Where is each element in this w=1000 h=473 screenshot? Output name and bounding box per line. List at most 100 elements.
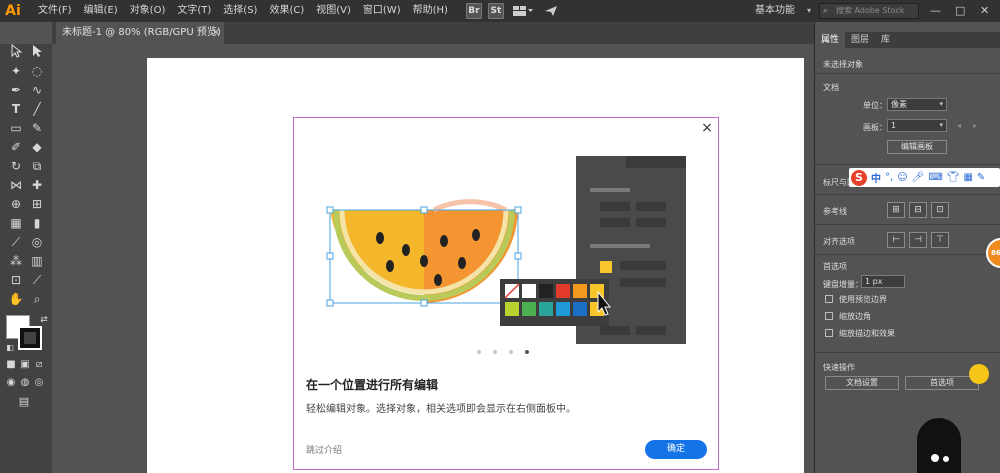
type-tool-icon[interactable]: T (8, 101, 24, 117)
pen-tool-icon[interactable]: ✒ (8, 82, 24, 98)
paintbrush-icon[interactable]: ✎ (29, 120, 45, 136)
shape-builder-icon[interactable]: ⊕ (8, 196, 24, 212)
prev-artboard-icon[interactable]: ◂ (957, 121, 961, 130)
page-dot[interactable] (477, 350, 481, 354)
graph-tool-icon[interactable]: ▥ (29, 253, 45, 269)
menu-help[interactable]: 帮助(H) (407, 0, 454, 22)
close-window-icon[interactable]: ✕ (980, 0, 989, 22)
keyboard-icon[interactable]: ⌨ (928, 172, 942, 183)
eyedropper-icon[interactable]: ⟋ (8, 234, 24, 250)
tab-layers[interactable]: 图层 (845, 32, 875, 48)
menu-select[interactable]: 选择(S) (217, 0, 263, 22)
color-swatch[interactable] (556, 302, 570, 316)
snap-to-pixel-icon[interactable]: ⊣ (909, 232, 927, 248)
document-tab[interactable]: 未标题-1 @ 80% (RGB/GPU 预览) × (56, 22, 224, 44)
width-tool-icon[interactable]: ⋈ (8, 177, 24, 193)
menu-window[interactable]: 窗口(W) (357, 0, 407, 22)
color-swatch[interactable] (590, 284, 604, 298)
snap-to-point-icon[interactable]: ⊢ (887, 232, 905, 248)
menu-edit[interactable]: 编辑(E) (78, 0, 124, 22)
scale-corners-checkbox[interactable] (825, 312, 833, 320)
curvature-tool-icon[interactable]: ∿ (29, 82, 45, 98)
lightbulb-icon[interactable] (969, 364, 989, 384)
magic-wand-icon[interactable]: ✦ (8, 63, 24, 79)
next-artboard-icon[interactable]: ▸ (973, 121, 977, 130)
eraser-icon[interactable]: ◆ (29, 139, 45, 155)
rectangle-tool-icon[interactable]: ▭ (8, 120, 24, 136)
hand-tool-icon[interactable]: ✋ (8, 291, 24, 307)
swap-colors-icon[interactable]: ⇄ (36, 312, 52, 328)
snap-guides-icon[interactable]: ⊡ (931, 202, 949, 218)
color-swatch[interactable] (573, 284, 587, 298)
color-swatch[interactable] (505, 302, 519, 316)
emoji-icon[interactable]: ☺ (897, 172, 907, 183)
tab-properties[interactable]: 属性 (815, 32, 846, 48)
color-swatch[interactable] (573, 302, 587, 316)
preferences-button[interactable]: 首选项 (905, 376, 979, 390)
draw-inside-icon[interactable]: ◎ (31, 375, 47, 391)
screen-mode-icon[interactable]: ▤ (16, 394, 32, 410)
none-mode-icon[interactable]: ⧄ (31, 357, 47, 373)
stroke-swatch[interactable] (18, 326, 42, 350)
send-icon[interactable] (544, 3, 558, 19)
default-colors-icon[interactable]: ◧ (2, 340, 18, 356)
menu-view[interactable]: 视图(V) (310, 0, 357, 22)
line-tool-icon[interactable]: ╱ (29, 101, 45, 117)
artboard-tool-icon[interactable]: ⊡ (8, 272, 24, 288)
selection-tool-icon[interactable] (8, 43, 24, 60)
color-swatch[interactable] (539, 284, 553, 298)
menu-effect[interactable]: 效果(C) (263, 0, 310, 22)
color-swatch[interactable] (522, 302, 536, 316)
keyboard-increment-input[interactable]: 1 px (861, 275, 905, 288)
slice-tool-icon[interactable]: ⟋ (29, 272, 45, 288)
arrange-documents-icon[interactable] (512, 3, 534, 19)
lock-guides-icon[interactable]: ⊟ (909, 202, 927, 218)
rotate-tool-icon[interactable]: ↻ (8, 158, 24, 174)
color-swatch[interactable] (539, 302, 553, 316)
maximize-icon[interactable]: □ (955, 0, 965, 22)
lasso-icon[interactable]: ◌ (29, 63, 45, 79)
microphone-icon[interactable]: 🎤︎ (912, 172, 925, 183)
skip-intro-link[interactable]: 跳过介绍 (306, 443, 342, 456)
artboard-select[interactable]: 1 ▾ (887, 119, 947, 132)
menu-type[interactable]: 文字(T) (171, 0, 217, 22)
scale-tool-icon[interactable]: ⧉ (29, 158, 45, 174)
wrench-icon[interactable]: ✎ (977, 172, 985, 183)
skin-icon[interactable]: 👕︎ (947, 172, 960, 183)
workspace-switcher[interactable]: 基本功能 (755, 0, 795, 22)
use-preview-bounds-checkbox[interactable] (825, 295, 833, 303)
align-to-grid-icon[interactable]: ⊤ (931, 232, 949, 248)
unit-select[interactable]: 像素 ▾ (887, 98, 947, 111)
minimize-icon[interactable]: — (930, 0, 941, 22)
scale-strokes-effects-checkbox[interactable] (825, 329, 833, 337)
stock-button[interactable]: St (487, 3, 504, 19)
direct-selection-tool-icon[interactable] (29, 44, 45, 60)
menu-file[interactable]: 文件(F) (32, 0, 78, 22)
punctuation-icon[interactable]: °, (885, 172, 893, 183)
stock-search-input[interactable]: ⌕ 搜索 Adobe Stock (819, 3, 919, 19)
gradient-tool-icon[interactable]: ▮ (29, 215, 45, 231)
ime-mode-toggle[interactable]: 中 (871, 170, 881, 185)
menu-object[interactable]: 对象(O) (124, 0, 172, 22)
color-swatch[interactable] (522, 284, 536, 298)
color-swatch[interactable] (556, 284, 570, 298)
page-dot-active[interactable] (525, 350, 529, 354)
zoom-tool-icon[interactable]: ⌕ (29, 291, 45, 307)
symbol-sprayer-icon[interactable]: ⁂ (8, 253, 24, 269)
sogou-logo[interactable]: S (851, 169, 867, 186)
mesh-tool-icon[interactable]: ▦ (8, 215, 24, 231)
ok-button[interactable]: 确定 (645, 440, 707, 459)
chevron-down-icon[interactable]: ▾ (807, 0, 811, 22)
tab-libraries[interactable]: 库 (875, 32, 896, 48)
page-dot[interactable] (509, 350, 513, 354)
edit-artboard-button[interactable]: 编辑画板 (887, 140, 947, 154)
shaper-tool-icon[interactable]: ✐ (8, 139, 24, 155)
close-tab-icon[interactable]: × (212, 22, 220, 44)
document-settings-button[interactable]: 文档设置 (825, 376, 899, 390)
page-dot[interactable] (493, 350, 497, 354)
blend-tool-icon[interactable]: ◎ (29, 234, 45, 250)
show-guides-icon[interactable]: ⊞ (887, 202, 905, 218)
perspective-grid-icon[interactable]: ⊞ (29, 196, 45, 212)
toolbox-icon[interactable]: ▦ (963, 172, 972, 183)
puppet-warp-icon[interactable]: ✚ (29, 177, 45, 193)
